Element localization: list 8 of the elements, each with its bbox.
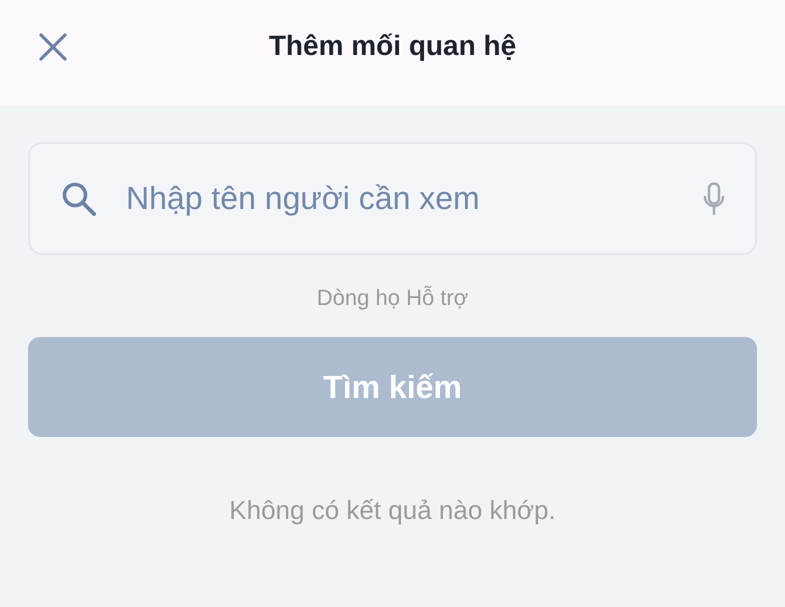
microphone-icon[interactable] <box>703 182 725 216</box>
close-icon <box>38 32 68 62</box>
search-input[interactable]: Nhập tên người cần xem <box>124 179 677 218</box>
caption-text: Dòng họ Hỗ trợ <box>316 285 470 311</box>
search-field[interactable]: Nhập tên người cần xem <box>28 142 757 255</box>
empty-message: Không có kết quả nào khớp. <box>228 495 557 526</box>
window-title: Thêm mối quan hệ <box>268 30 516 62</box>
search-icon <box>60 180 98 218</box>
